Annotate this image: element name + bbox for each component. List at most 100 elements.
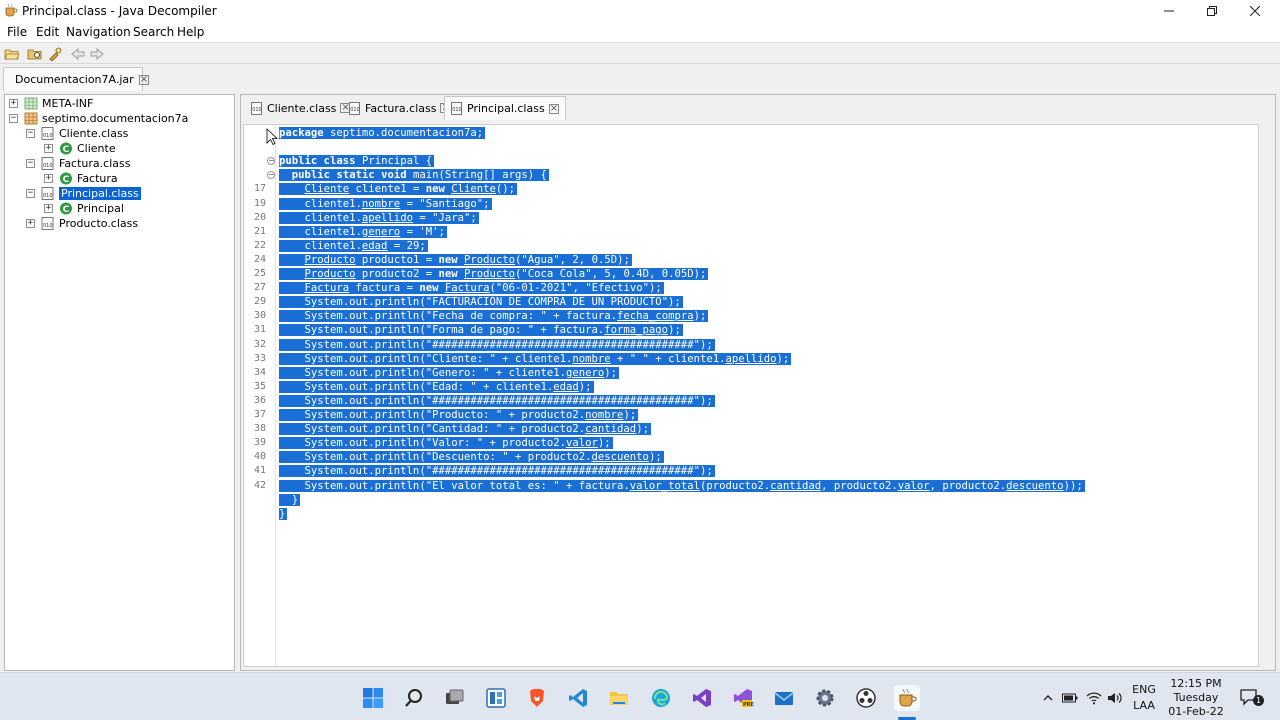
volume-tray-button[interactable] (1104, 685, 1126, 711)
tab-documentacion7a-jar[interactable]: 010 Documentacion7A.jar × (3, 67, 149, 91)
selected-code-text: System.out.println("Forma de pago: " + f… (279, 324, 683, 337)
back-button[interactable] (69, 46, 87, 62)
collapse-icon[interactable]: − (26, 189, 35, 198)
java-decompiler-taskbar-button[interactable] (894, 685, 920, 711)
code-line[interactable]: System.out.println("Valor: " + producto2… (279, 436, 613, 450)
code-line[interactable]: cliente1.nombre = "Santiago"; (279, 197, 492, 211)
tab-principal-class[interactable]: 010 Principal.class × (444, 96, 566, 120)
code-line[interactable]: } (279, 507, 288, 521)
tree-item-principal[interactable]: + C Principal (44, 201, 124, 216)
fold-toggle-icon[interactable]: − (267, 171, 275, 180)
start-button[interactable] (360, 685, 386, 711)
line-number: 20 (253, 211, 266, 223)
expand-icon[interactable]: + (44, 144, 53, 153)
tree-item-meta-inf[interactable]: + META-INF (9, 96, 93, 111)
code-line[interactable]: public static void main(String[] args) { (279, 168, 549, 182)
minimize-button[interactable] (1148, 0, 1190, 22)
code-line[interactable]: Producto producto2 = new Producto("Coca … (279, 267, 709, 281)
code-line[interactable]: cliente1.apellido = "Jara"; (279, 211, 479, 225)
open-file-button[interactable] (3, 46, 21, 62)
selected-code-text: System.out.println("Cliente: " + cliente… (279, 352, 792, 365)
line-number: 39 (253, 437, 266, 449)
mail-icon (774, 692, 794, 705)
code-line[interactable]: System.out.println("Edad: " + cliente1.e… (279, 380, 594, 394)
close-tab-icon[interactable]: × (138, 74, 149, 85)
menu-edit[interactable]: Edit (36, 25, 59, 39)
gear-icon (816, 689, 834, 707)
file-explorer-button[interactable] (606, 685, 632, 711)
tree-item-factura[interactable]: + C Factura (44, 171, 118, 186)
code-line[interactable]: System.out.println("Forma de pago: " + f… (279, 323, 683, 337)
brave-lion-icon (530, 689, 544, 707)
visual-studio-button[interactable] (689, 685, 715, 711)
close-tab-icon[interactable]: × (548, 103, 559, 114)
code-line[interactable]: System.out.println("Cliente: " + cliente… (279, 352, 792, 366)
brave-browser-button[interactable] (524, 685, 550, 711)
code-line[interactable]: cliente1.edad = 29; (279, 239, 428, 253)
code-line[interactable]: System.out.println("####################… (279, 338, 715, 352)
svg-text:C: C (63, 175, 70, 185)
code-line[interactable]: System.out.println("Genero: " + cliente1… (279, 366, 620, 380)
code-line[interactable]: System.out.println("Fecha de compra: " +… (279, 309, 709, 323)
code-line[interactable]: System.out.println("Cantidad: " + produc… (279, 422, 651, 436)
obs-studio-button[interactable] (853, 685, 879, 711)
menu-help[interactable]: Help (177, 25, 204, 39)
tree-item-cliente[interactable]: + C Cliente (44, 141, 116, 156)
search-button[interactable] (46, 46, 64, 62)
code-line[interactable]: System.out.println("Producto: " + produc… (279, 408, 639, 422)
tree-item-package[interactable]: − septimo.documentacion7a (9, 111, 188, 126)
code-line[interactable]: System.out.println("FACTURACIÓN DE COMPR… (279, 295, 683, 309)
expand-icon[interactable]: + (44, 204, 53, 213)
visual-studio-preview-button[interactable]: PRE (730, 685, 756, 711)
expand-icon[interactable]: + (26, 219, 35, 228)
task-view-button[interactable] (442, 685, 468, 711)
code-line[interactable]: package septimo.documentacion7a; (279, 126, 486, 140)
wifi-tray-button[interactable] (1083, 685, 1105, 711)
battery-tray-icon-button[interactable] (1059, 685, 1081, 711)
code-line[interactable]: Cliente cliente1 = new Cliente(); (279, 182, 518, 196)
taskbar-search-button[interactable] (401, 685, 427, 711)
mail-button[interactable] (771, 685, 797, 711)
edge-browser-button[interactable] (648, 685, 674, 711)
forward-button[interactable] (88, 46, 106, 62)
menu-navigation[interactable]: Navigation (66, 25, 131, 39)
code-line[interactable]: System.out.println("El valor total es: "… (279, 479, 1085, 493)
code-line[interactable]: System.out.println("####################… (279, 464, 715, 478)
code-line[interactable]: cliente1.genero = 'M'; (279, 225, 447, 239)
input-language-indicator[interactable]: ENG LAA (1130, 683, 1158, 712)
tree-item-producto-class[interactable]: + 010 Producto.class (26, 216, 138, 231)
open-type-button[interactable] (26, 46, 44, 62)
class-c-icon: C (60, 202, 72, 215)
minimize-icon (1164, 10, 1174, 12)
clock[interactable]: 12:15 PM Tuesday 01-Feb-22 (1163, 677, 1229, 718)
collapse-icon[interactable]: − (26, 129, 35, 138)
svg-text:010: 010 (43, 193, 53, 199)
line-number: 33 (253, 352, 266, 364)
code-line[interactable]: Producto producto1 = new Producto("Agua"… (279, 253, 632, 267)
collapse-icon[interactable]: − (26, 159, 35, 168)
code-line[interactable]: System.out.println("Descuento: " + produ… (279, 450, 664, 464)
notifications-button[interactable]: 1 (1237, 685, 1264, 711)
expand-icon[interactable]: + (44, 174, 53, 183)
tab-factura-class[interactable]: 010 Factura.class × (343, 96, 456, 120)
fold-toggle-icon[interactable]: − (267, 157, 275, 166)
menu-file[interactable]: File (7, 25, 27, 39)
settings-button[interactable] (812, 685, 838, 711)
show-hidden-icons-button[interactable] (1037, 685, 1059, 711)
vscode-button[interactable] (565, 685, 591, 711)
tree-item-principal-class[interactable]: − 010 Principal.class (26, 186, 141, 201)
tree-item-factura-class[interactable]: − 010 Factura.class (26, 156, 130, 171)
collapse-icon[interactable]: − (9, 114, 18, 123)
code-line[interactable]: } (279, 493, 301, 507)
code-line[interactable]: Factura factura = new Factura("06-01-202… (279, 281, 664, 295)
code-line[interactable]: public class Principal { (279, 154, 435, 168)
restore-button[interactable] (1191, 0, 1233, 22)
svg-text:010: 010 (43, 163, 53, 169)
close-window-button[interactable] (1234, 0, 1276, 22)
code-line[interactable]: System.out.println("####################… (279, 394, 715, 408)
tab-cliente-class[interactable]: 010 Cliente.class × (245, 96, 356, 120)
widgets-button[interactable] (483, 685, 509, 711)
menu-search[interactable]: Search (133, 25, 174, 39)
tree-item-cliente-class[interactable]: − 010 Cliente.class (26, 126, 128, 141)
expand-icon[interactable]: + (9, 99, 18, 108)
